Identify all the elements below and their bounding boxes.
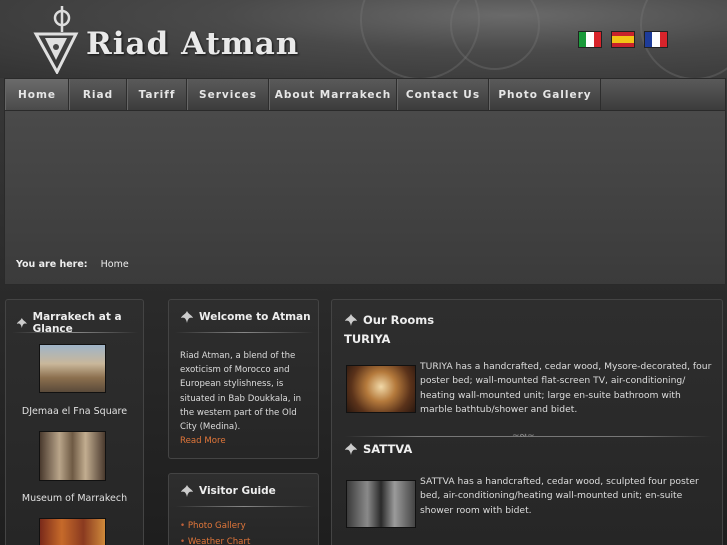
welcome-body: Riad Atman, a blend of the exoticism of …	[180, 351, 302, 433]
fleur-ornament-icon	[16, 318, 27, 328]
divider-ornament-icon: ~∾~	[512, 431, 535, 441]
breadcrumb-label: You are here:	[16, 259, 88, 270]
site-header: Riad Atman	[0, 0, 727, 78]
visitor-title-text: Visitor Guide	[199, 485, 276, 497]
fleur-ornament-icon	[181, 485, 193, 497]
logo-icon[interactable]	[33, 4, 79, 74]
fleur-ornament-icon	[345, 314, 357, 326]
divider	[175, 506, 313, 507]
nav-item-riad[interactable]: Riad	[69, 79, 127, 110]
glance-panel: Marrakech at a Glance DJemaa el Fna Squa…	[5, 299, 144, 545]
welcome-text: Riad Atman, a blend of the exoticism of …	[180, 349, 312, 448]
rooms-panel: Our Rooms TURIYA TURIYA has a handcrafte…	[331, 299, 723, 545]
turiya-room-photo[interactable]	[346, 365, 416, 413]
read-more-link[interactable]: Read More	[180, 436, 226, 446]
divider	[175, 332, 313, 333]
museum-of-marrakech-photo[interactable]	[39, 431, 106, 481]
welcome-title: Welcome to Atman	[180, 311, 311, 323]
italian-flag[interactable]	[578, 31, 602, 48]
breadcrumb: You are here: Home	[16, 259, 129, 270]
weather-chart-link[interactable]: Weather Chart	[188, 537, 251, 545]
nav-item-contact-us[interactable]: Contact Us	[397, 79, 489, 110]
room-name-sattva[interactable]: SATTVA	[363, 442, 412, 456]
fleur-ornament-icon	[345, 443, 357, 455]
sattva-room-photo[interactable]	[346, 480, 416, 528]
visitor-title: Visitor Guide	[180, 485, 276, 497]
photo-gallery-link[interactable]: Photo Gallery	[188, 521, 246, 531]
room-title-sattva: SATTVA	[344, 442, 412, 456]
spanish-flag[interactable]	[611, 31, 635, 48]
glance-item-caption[interactable]: Museum of Marrakech	[6, 493, 143, 504]
djemaa-el-fna-photo[interactable]	[39, 344, 106, 393]
nav-item-services[interactable]: Services	[187, 79, 269, 110]
nav-item-tariff[interactable]: Tariff	[127, 79, 187, 110]
rooms-title: Our Rooms	[344, 313, 434, 327]
fleur-ornament-icon	[181, 311, 193, 323]
sattva-description: SATTVA has a handcrafted, cedar wood, sc…	[420, 476, 699, 516]
breadcrumb-current[interactable]: Home	[101, 259, 129, 270]
souk-photo[interactable]	[39, 518, 106, 545]
room-name-turiya[interactable]: TURIYA	[344, 332, 390, 346]
site-logo-text[interactable]: Riad Atman	[86, 26, 299, 62]
divider	[12, 332, 138, 333]
nav-item-home[interactable]: Home	[5, 79, 69, 110]
welcome-panel: Welcome to Atman Riad Atman, a blend of …	[168, 299, 319, 459]
nav-item-about-marrakech[interactable]: About Marrakech	[269, 79, 397, 110]
welcome-title-text: Welcome to Atman	[199, 311, 311, 323]
nav-item-photo-gallery[interactable]: Photo Gallery	[489, 79, 601, 110]
main-navigation: Home Riad Tariff Services About Marrakech Con…	[4, 78, 726, 111]
rooms-title-text: Our Rooms	[363, 313, 435, 327]
french-flag[interactable]	[644, 31, 668, 48]
visitor-links: • Photo Gallery • Weather Chart	[180, 521, 251, 545]
glance-item-caption[interactable]: DJemaa el Fna Square	[6, 406, 143, 417]
visitor-guide-panel: Visitor Guide • Photo Gallery • Weather …	[168, 473, 319, 545]
turiya-description: TURIYA has a handcrafted, cedar wood, My…	[420, 361, 712, 416]
